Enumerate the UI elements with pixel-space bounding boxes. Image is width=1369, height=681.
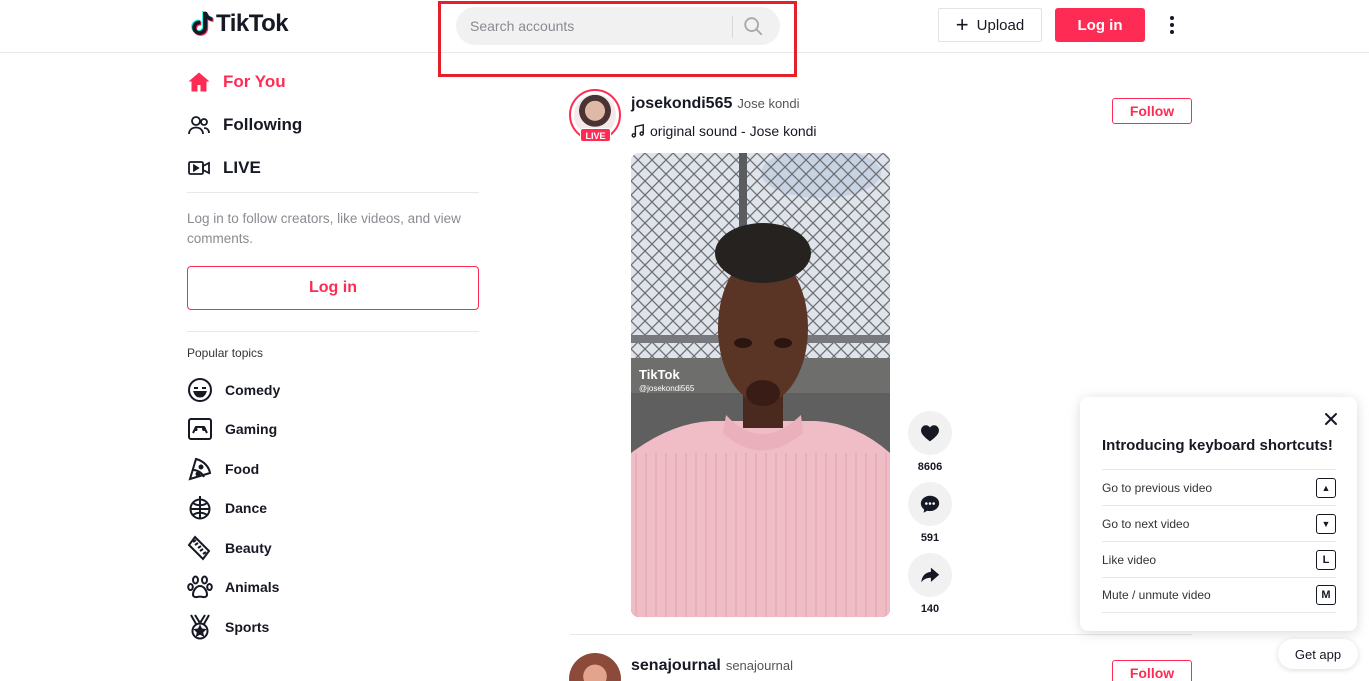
- shortcut-row: Mute / unmute video M: [1102, 577, 1336, 613]
- like-button[interactable]: [908, 411, 952, 455]
- sidebar-login-button[interactable]: Log in: [187, 266, 479, 310]
- author-username[interactable]: josekondi565: [631, 95, 732, 113]
- post-sound[interactable]: original sound - Jose kondi: [631, 123, 817, 139]
- key-l: L: [1316, 549, 1336, 570]
- topic-comedy[interactable]: Comedy: [187, 370, 479, 410]
- author-avatar[interactable]: [569, 653, 621, 681]
- shortcut-label: Go to previous video: [1102, 480, 1213, 495]
- sidebar: For You Following LIVE Log in to follow …: [187, 60, 479, 647]
- logo-text: TikTok: [216, 10, 289, 37]
- home-icon: [188, 72, 210, 91]
- share-count: 140: [920, 603, 940, 615]
- medal-icon: [190, 614, 210, 640]
- heart-icon: [921, 425, 939, 442]
- comment-icon: [920, 495, 940, 513]
- key-down-icon: ▼: [1316, 513, 1336, 534]
- login-hint-text: Log in to follow creators, like videos, …: [187, 211, 461, 246]
- tiktok-logo[interactable]: TikTok: [190, 10, 289, 38]
- paw-icon: [187, 575, 213, 599]
- get-app-button[interactable]: Get app: [1278, 639, 1358, 669]
- topic-gaming[interactable]: Gaming: [187, 410, 479, 450]
- topic-label: Comedy: [225, 381, 281, 398]
- search-highlight-box: [438, 1, 797, 77]
- shortcut-row: Go to previous video ▲: [1102, 469, 1336, 505]
- more-options-icon[interactable]: [1164, 12, 1180, 38]
- video-watermark: TikTok @josekondi565: [639, 367, 694, 393]
- feed-divider: [570, 634, 1192, 635]
- gamepad-icon: [188, 418, 212, 441]
- video-player[interactable]: TikTok @josekondi565: [631, 153, 890, 617]
- users-icon: [188, 115, 210, 134]
- author-username[interactable]: senajournal: [631, 657, 721, 675]
- shortcut-label: Go to next video: [1102, 516, 1190, 531]
- key-up-icon: ▲: [1316, 477, 1336, 498]
- topic-beauty[interactable]: Beauty: [187, 528, 479, 568]
- topic-label: Gaming: [225, 421, 278, 438]
- nav-following[interactable]: Following: [187, 103, 479, 146]
- topic-label: Beauty: [225, 539, 272, 556]
- share-arrow-icon: [921, 567, 940, 583]
- like-count: 8606: [917, 461, 943, 473]
- nav-label: For You: [223, 71, 286, 91]
- follow-button[interactable]: Follow: [1112, 98, 1192, 124]
- topic-label: Food: [225, 460, 260, 477]
- close-icon[interactable]: [1321, 409, 1341, 429]
- post-author[interactable]: josekondi565 Jose kondi: [631, 95, 800, 113]
- sidebar-divider: [187, 192, 479, 193]
- comment-count: 591: [920, 532, 940, 544]
- author-nickname: Jose kondi: [737, 96, 800, 111]
- nav-live[interactable]: LIVE: [187, 146, 479, 189]
- nav-label: LIVE: [223, 157, 261, 177]
- shortcut-label: Like video: [1102, 552, 1157, 567]
- sound-label: original sound - Jose kondi: [650, 123, 817, 139]
- shortcut-row: Like video L: [1102, 541, 1336, 577]
- live-badge: LIVE: [580, 128, 611, 142]
- nav-label: Following: [223, 114, 303, 134]
- shortcut-list: Go to previous video ▲ Go to next video …: [1102, 469, 1336, 613]
- popular-topics-title: Popular topics: [187, 346, 264, 360]
- key-m: M: [1316, 585, 1336, 605]
- pizza-icon: [188, 457, 212, 481]
- header-login-button[interactable]: Log in: [1055, 8, 1145, 42]
- post-author[interactable]: senajournal senajournal: [631, 657, 793, 675]
- comment-button[interactable]: [908, 482, 952, 526]
- topic-sports[interactable]: Sports: [187, 607, 479, 647]
- topic-label: Animals: [225, 579, 280, 596]
- topic-food[interactable]: Food: [187, 449, 479, 489]
- live-video-icon: [188, 160, 210, 175]
- shortcut-label: Mute / unmute video: [1102, 588, 1211, 602]
- sidebar-divider: [187, 331, 479, 332]
- topic-dance[interactable]: Dance: [187, 489, 479, 529]
- smile-icon: [188, 377, 212, 402]
- share-button[interactable]: [908, 553, 952, 597]
- topic-label: Sports: [225, 618, 270, 635]
- author-nickname: senajournal: [725, 658, 794, 673]
- music-note-icon: [631, 124, 644, 138]
- plus-icon: +: [955, 12, 969, 37]
- keyboard-shortcuts-panel: Introducing keyboard shortcuts! Go to pr…: [1080, 397, 1357, 631]
- upload-label: Upload: [976, 16, 1025, 34]
- topic-label: Dance: [225, 500, 268, 517]
- keyboard-panel-title: Introducing keyboard shortcuts!: [1102, 437, 1333, 454]
- shortcut-row: Go to next video ▼: [1102, 505, 1336, 541]
- follow-button[interactable]: Follow: [1112, 660, 1192, 681]
- nav-for-you[interactable]: For You: [187, 60, 479, 103]
- tiktok-note-icon: [191, 11, 214, 36]
- watermark-logo: TikTok: [639, 367, 680, 382]
- upload-button[interactable]: + Upload: [938, 8, 1042, 42]
- topic-animals[interactable]: Animals: [187, 568, 479, 608]
- comb-icon: [187, 535, 211, 561]
- watermark-username: @josekondi565: [639, 384, 695, 393]
- disco-ball-icon: [189, 496, 211, 520]
